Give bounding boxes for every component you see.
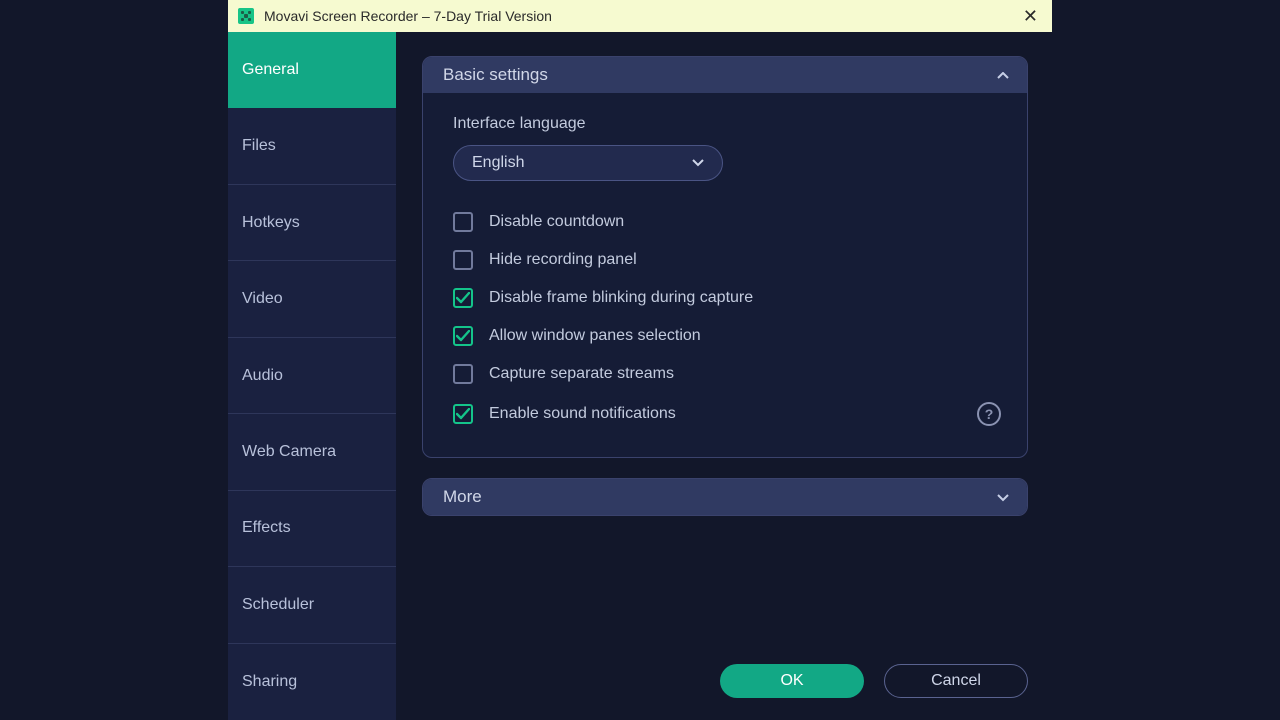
basic-settings-panel: Basic settings Interface language Englis… xyxy=(422,56,1028,458)
sidebar-tab-general[interactable]: General xyxy=(228,32,396,108)
cancel-button[interactable]: Cancel xyxy=(884,664,1028,698)
checkbox-row: Disable frame blinking during capture xyxy=(453,279,1001,317)
checkbox-label: Hide recording panel xyxy=(489,251,637,269)
ok-button[interactable]: OK xyxy=(720,664,864,698)
window-body: GeneralFilesHotkeysVideoAudioWeb CameraE… xyxy=(228,32,1052,720)
window-title: Movavi Screen Recorder – 7-Day Trial Ver… xyxy=(264,8,552,24)
sidebar-tab-effects[interactable]: Effects xyxy=(228,491,396,567)
checkbox-row: Disable countdown xyxy=(453,203,1001,241)
titlebar: Movavi Screen Recorder – 7-Day Trial Ver… xyxy=(228,0,1052,32)
close-button[interactable]: ✕ xyxy=(1019,6,1042,27)
sidebar-tab-audio[interactable]: Audio xyxy=(228,338,396,414)
language-label: Interface language xyxy=(453,115,1001,133)
checkbox-label: Allow window panes selection xyxy=(489,327,701,345)
checkbox[interactable] xyxy=(453,404,473,424)
panel-title: More xyxy=(443,487,482,507)
help-icon[interactable]: ? xyxy=(977,402,1001,426)
checkbox-label: Disable countdown xyxy=(489,213,624,231)
checkbox-list: Disable countdown Hide recording panel Dis… xyxy=(453,203,1001,435)
basic-settings-body: Interface language English Disable count… xyxy=(423,93,1027,457)
sidebar-tab-web-camera[interactable]: Web Camera xyxy=(228,414,396,490)
checkbox[interactable] xyxy=(453,212,473,232)
checkbox-label: Enable sound notifications xyxy=(489,405,676,423)
checkbox-label: Capture separate streams xyxy=(489,365,674,383)
checkbox-label: Disable frame blinking during capture xyxy=(489,289,753,307)
app-logo-icon xyxy=(238,8,254,24)
more-panel: More xyxy=(422,478,1028,516)
more-panel-header[interactable]: More xyxy=(423,479,1027,515)
checkbox-row: Hide recording panel xyxy=(453,241,1001,279)
chevron-down-icon xyxy=(997,489,1009,505)
sidebar-tab-hotkeys[interactable]: Hotkeys xyxy=(228,185,396,261)
chevron-down-icon xyxy=(692,156,704,170)
chevron-up-icon xyxy=(997,67,1009,83)
panel-title: Basic settings xyxy=(443,65,548,85)
language-value: English xyxy=(472,154,524,172)
sidebar: GeneralFilesHotkeysVideoAudioWeb CameraE… xyxy=(228,32,396,720)
checkbox-row: Capture separate streams xyxy=(453,355,1001,393)
checkbox[interactable] xyxy=(453,364,473,384)
sidebar-tab-files[interactable]: Files xyxy=(228,108,396,184)
checkbox[interactable] xyxy=(453,288,473,308)
content-area: Basic settings Interface language Englis… xyxy=(396,32,1052,720)
sidebar-tab-video[interactable]: Video xyxy=(228,261,396,337)
checkbox-row: Enable sound notifications? xyxy=(453,393,1001,435)
checkbox[interactable] xyxy=(453,250,473,270)
language-select[interactable]: English xyxy=(453,145,723,181)
settings-window: Movavi Screen Recorder – 7-Day Trial Ver… xyxy=(228,0,1052,720)
basic-settings-header[interactable]: Basic settings xyxy=(423,57,1027,93)
checkbox-row: Allow window panes selection xyxy=(453,317,1001,355)
sidebar-tab-sharing[interactable]: Sharing xyxy=(228,644,396,720)
checkbox[interactable] xyxy=(453,326,473,346)
sidebar-tab-scheduler[interactable]: Scheduler xyxy=(228,567,396,643)
footer: OK Cancel xyxy=(720,664,1028,698)
